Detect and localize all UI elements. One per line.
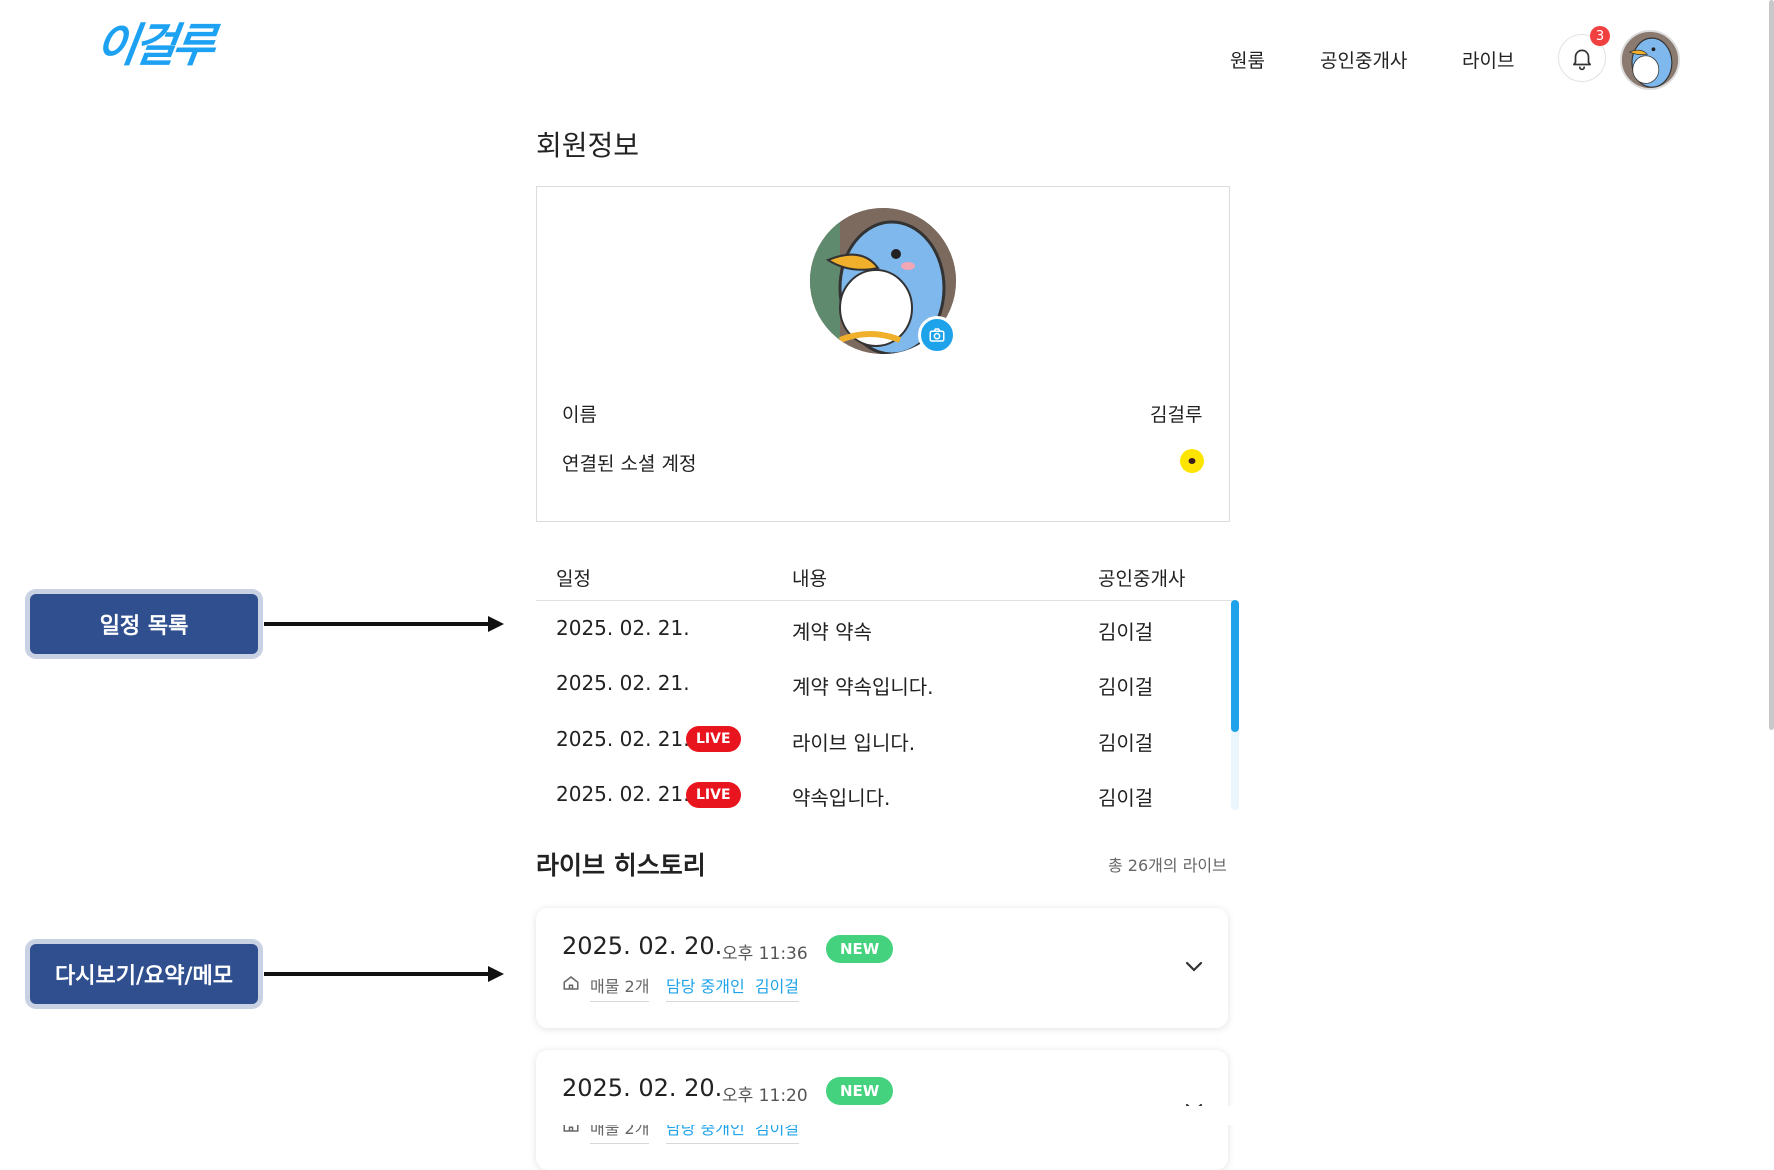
nav-oneroom[interactable]: 원룸 xyxy=(1230,46,1265,73)
arrow-head-icon xyxy=(488,616,504,632)
schedule-date: 2025. 02. 21. xyxy=(556,671,690,695)
live-history-count: 총 26개의 라이브 xyxy=(1108,856,1227,875)
live-date: 2025. 02. 20. xyxy=(562,932,723,960)
app-logo[interactable]: 이걸루 xyxy=(92,18,215,72)
table-divider xyxy=(536,600,1236,601)
schedule-agent: 김이걸 xyxy=(1098,786,1154,810)
live-badge: LIVE xyxy=(686,782,741,808)
annotation-schedule-list: 일정 목록 xyxy=(30,594,258,654)
annotation-replay: 다시보기/요약/메모 xyxy=(30,944,258,1004)
page-scrollbar[interactable] xyxy=(1769,0,1774,730)
column-header-content: 내용 xyxy=(792,568,827,590)
agent-label: 담당 중개인 xyxy=(666,977,745,996)
page-title: 회원정보 xyxy=(536,129,640,162)
column-header-date: 일정 xyxy=(556,568,591,590)
arrow-head-icon xyxy=(488,966,504,982)
annotation-arrow xyxy=(264,972,500,976)
schedule-agent: 김이걸 xyxy=(1098,620,1154,644)
schedule-scroll-thumb[interactable] xyxy=(1231,600,1239,732)
live-time: 오후 11:36 xyxy=(722,944,808,964)
agent-name: 김이걸 xyxy=(754,977,800,996)
schedule-date: 2025. 02. 21. xyxy=(556,782,690,806)
chevron-down-icon[interactable] xyxy=(1182,954,1206,978)
kakao-icon xyxy=(1180,449,1204,473)
column-header-agent: 공인중개사 xyxy=(1098,568,1186,590)
penguin-avatar-icon xyxy=(1622,32,1678,88)
listing-count: 매물 2개 xyxy=(590,973,650,1002)
live-date: 2025. 02. 20. xyxy=(562,1074,723,1102)
schedule-date: 2025. 02. 21. xyxy=(556,727,690,751)
live-time: 오후 11:20 xyxy=(722,1086,808,1106)
schedule-date: 2025. 02. 21. xyxy=(556,616,690,640)
schedule-agent: 김이걸 xyxy=(1098,731,1154,755)
viewport-cutoff xyxy=(536,1106,1236,1125)
new-badge: NEW xyxy=(826,1077,894,1105)
change-photo-button[interactable] xyxy=(918,316,956,354)
schedule-content: 약속입니다. xyxy=(792,786,891,810)
live-badge: LIVE xyxy=(686,726,741,752)
camera-icon xyxy=(929,328,945,342)
schedule-content: 라이브 입니다. xyxy=(792,731,916,755)
live-history-title: 라이브 히스토리 xyxy=(536,851,706,880)
social-account-label: 연결된 소셜 계정 xyxy=(562,453,697,475)
user-avatar[interactable] xyxy=(1620,30,1680,90)
schedule-agent: 김이걸 xyxy=(1098,675,1154,699)
nav-live[interactable]: 라이브 xyxy=(1462,46,1514,73)
new-badge: NEW xyxy=(826,935,894,963)
schedule-content: 계약 약속 xyxy=(792,620,872,644)
schedule-content: 계약 약속입니다. xyxy=(792,675,934,699)
agent-info-link[interactable]: 담당 중개인 김이걸 xyxy=(666,973,800,1002)
notification-badge: 3 xyxy=(1590,26,1610,46)
name-label: 이름 xyxy=(562,404,597,426)
home-icon xyxy=(563,976,579,990)
name-value: 김걸루 xyxy=(1150,404,1203,426)
live-history-card[interactable]: 2025. 02. 20. 오후 11:36 NEW 매물 2개 담당 중개인 … xyxy=(536,908,1228,1028)
annotation-arrow xyxy=(264,622,500,626)
bell-icon xyxy=(1573,49,1591,71)
nav-realtor[interactable]: 공인중개사 xyxy=(1320,46,1407,73)
